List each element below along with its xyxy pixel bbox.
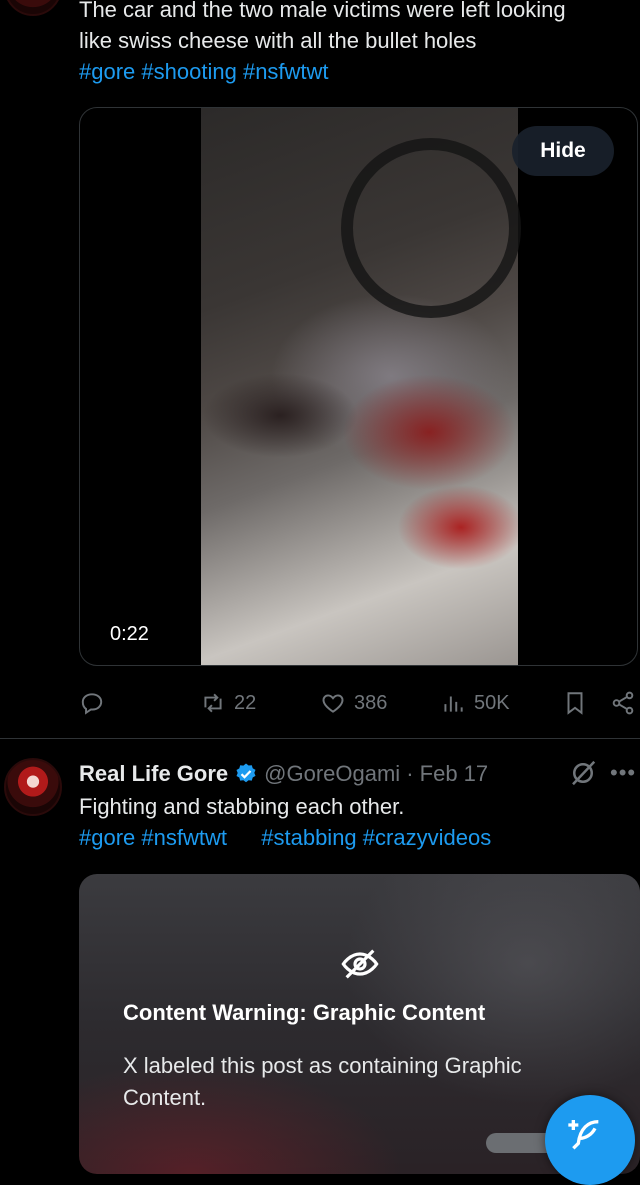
bar-chart-icon	[444, 696, 463, 712]
post-text-line: The car and the two male victims were le…	[79, 0, 566, 22]
hashtags: #gore #nsfwtwt #stabbing #crazyvideos	[79, 822, 639, 853]
post-body: Fighting and stabbing each other. #gore …	[79, 791, 639, 853]
steering-wheel-shape	[341, 138, 521, 318]
more-options-button[interactable]: •••	[610, 760, 636, 786]
compose-feather-icon	[568, 1120, 599, 1150]
hashtag-link[interactable]: #nsfwtwt	[243, 59, 329, 84]
reply-button[interactable]	[79, 690, 105, 716]
heart-icon	[322, 694, 344, 713]
like-button[interactable]: 386	[320, 690, 387, 716]
post-date[interactable]: · Feb 17	[406, 761, 488, 787]
share-icon	[612, 691, 634, 715]
video-thumbnail	[201, 108, 521, 665]
hashtag-link[interactable]: #shooting	[141, 59, 236, 84]
reply-icon	[81, 693, 103, 715]
views-button[interactable]: 50K	[440, 690, 510, 716]
warning-body-line: X labeled this post as containing Graphi…	[123, 1053, 522, 1078]
grok-icon	[572, 760, 596, 786]
share-button[interactable]	[610, 690, 636, 716]
warning-title: Content Warning: Graphic Content	[123, 1000, 486, 1025]
like-count: 386	[354, 691, 388, 714]
grok-button[interactable]	[568, 758, 598, 788]
bookmark-button[interactable]	[562, 690, 588, 716]
view-count: 50K	[474, 691, 510, 714]
warning-body-line: Content.	[123, 1085, 207, 1110]
author-name[interactable]: Real Life Gore	[79, 761, 228, 787]
author-avatar[interactable]	[4, 758, 62, 816]
post-text: Fighting and stabbing each other.	[79, 794, 405, 819]
hashtag-link[interactable]: #nsfwtwt	[141, 825, 227, 850]
repost-button[interactable]: 22	[200, 690, 256, 716]
hashtags: #gore #shooting #nsfwtwt	[79, 56, 639, 87]
post-text: The car and the two male victims were le…	[79, 0, 639, 87]
avatar[interactable]	[4, 0, 62, 16]
hidden-eye-icon	[340, 944, 380, 989]
compose-post-button[interactable]	[545, 1095, 635, 1185]
repost-count: 22	[234, 691, 257, 714]
hashtag-link[interactable]: #gore	[79, 825, 135, 850]
author-handle[interactable]: @GoreOgami	[264, 761, 400, 787]
hashtag-link[interactable]: #gore	[79, 59, 135, 84]
bookmark-icon	[567, 692, 583, 715]
more-icon: •••	[610, 760, 637, 785]
hide-button[interactable]: Hide	[512, 126, 614, 176]
hashtag-link[interactable]: #stabbing	[261, 825, 356, 850]
post-header: Real Life Gore @GoreOgami · Feb 17	[79, 758, 488, 789]
warning-body: X labeled this post as containing Graphi…	[123, 1050, 522, 1114]
verified-badge-icon	[236, 763, 256, 782]
video-player[interactable]: Hide 0:22	[79, 107, 638, 666]
post-text-line: like swiss cheese with all the bullet ho…	[79, 28, 477, 53]
hashtag-link[interactable]: #crazyvideos	[363, 825, 491, 850]
repost-icon	[204, 693, 222, 713]
video-duration: 0:22	[110, 622, 149, 645]
post-divider	[0, 738, 640, 739]
